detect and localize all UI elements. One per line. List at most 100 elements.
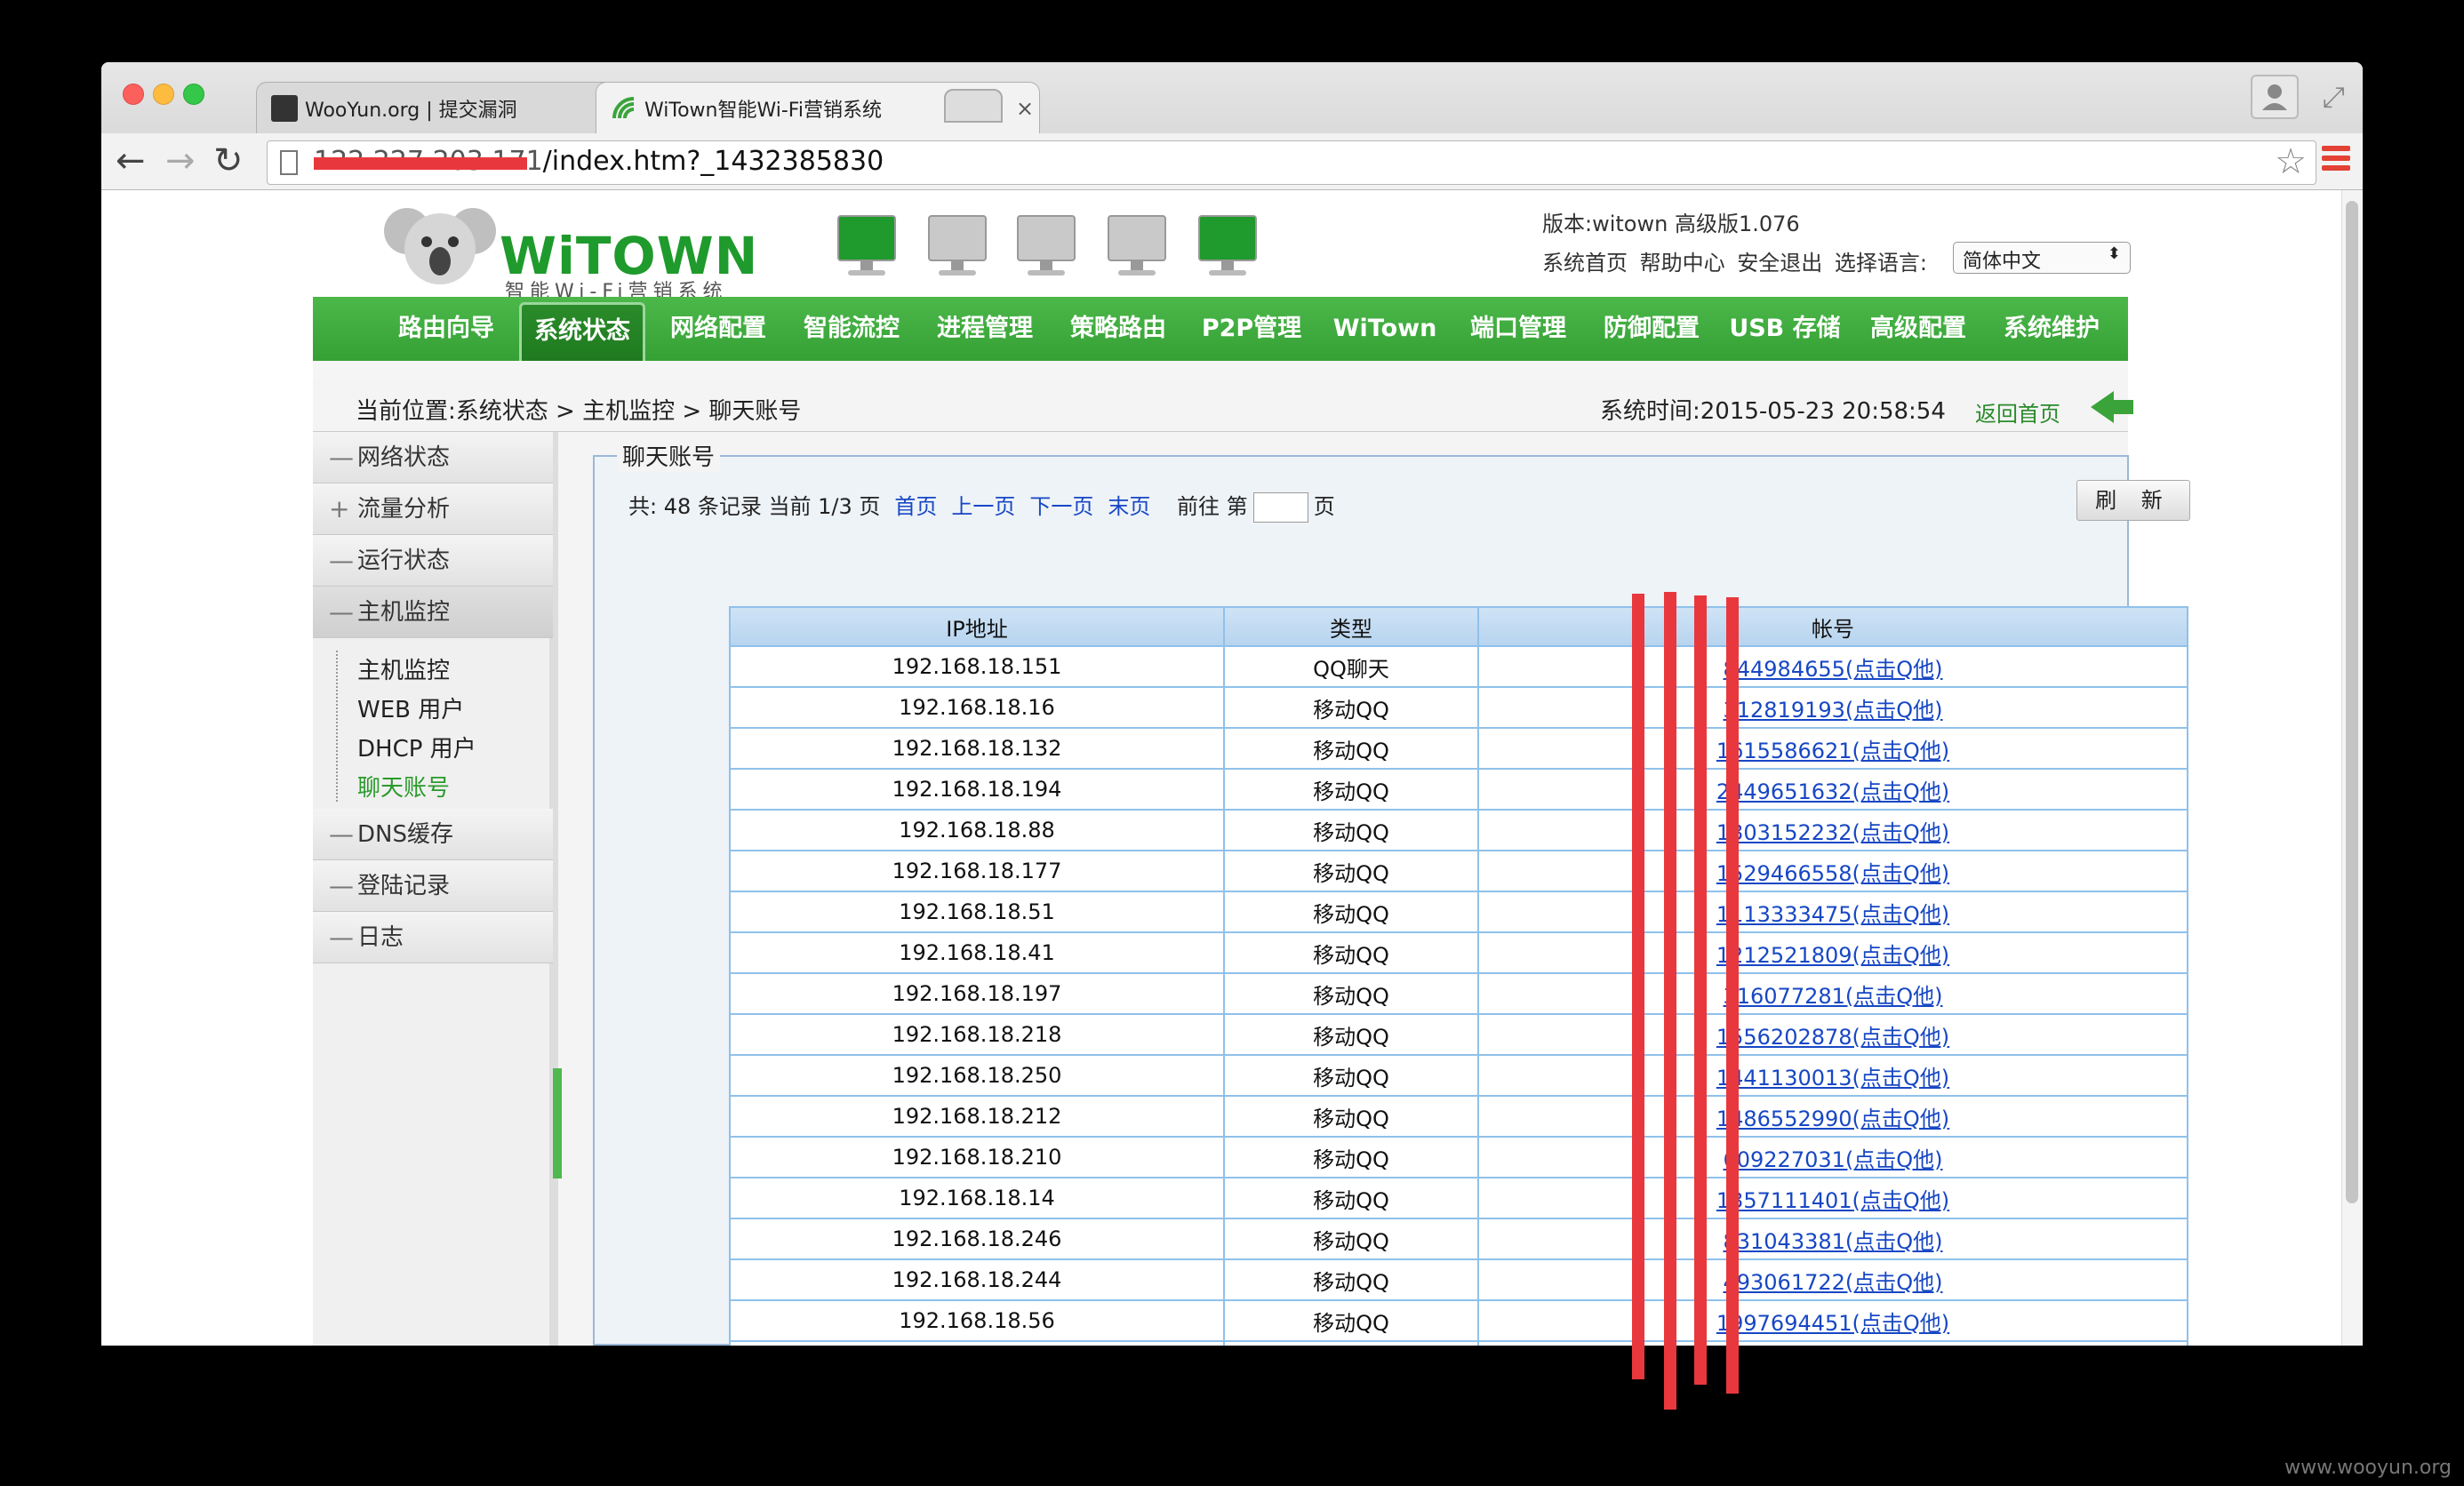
account-cell: 1357111401(点击Q他) <box>1477 1177 2188 1219</box>
ip-cell: 192.168.18.41 <box>729 931 1225 974</box>
monitor-icon <box>1198 215 1257 277</box>
sidebar-group[interactable]: + 流量分析 <box>313 483 553 535</box>
nav-item[interactable]: 防御配置 <box>1595 297 1708 361</box>
sidebar-group[interactable]: — DNS缓存 <box>313 809 553 860</box>
type-cell: 移动QQ <box>1223 1299 1479 1342</box>
account-link[interactable]: 609227031(点击Q他) <box>1723 1147 1942 1172</box>
account-link[interactable]: 312819193(点击Q他) <box>1723 698 1942 723</box>
sidebar-toggle-handle[interactable] <box>553 1068 562 1178</box>
page-scrollbar[interactable] <box>2341 190 2363 1346</box>
minimize-window-button[interactable] <box>153 84 174 105</box>
sidebar-subitem-current[interactable]: 聊天账号 <box>357 770 450 803</box>
account-cell: 316077281(点击Q他) <box>1477 972 2188 1015</box>
nav-item[interactable]: 路由向导 <box>393 297 500 361</box>
profile-button[interactable] <box>2251 75 2299 119</box>
table-row: 192.168.18.210 移动QQ 609227031(点击Q他) <box>729 1136 2188 1178</box>
close-tab-icon[interactable]: × <box>1011 96 1039 121</box>
account-link[interactable]: 316077281(点击Q他) <box>1723 984 1942 1009</box>
sidebar-group-label: 运行状态 <box>357 547 451 574</box>
close-window-button[interactable] <box>123 84 144 105</box>
table-row: 192.168.18.14 移动QQ 1357111401(点击Q他) <box>729 1177 2188 1219</box>
wooyun-favicon-icon <box>271 94 298 122</box>
language-value: 简体中文 <box>1963 251 2042 273</box>
page-content: WiTOWN 智能Wi-Fi营销系统 版本:witown 高级版1.076 系统… <box>101 190 2363 1346</box>
back-button[interactable]: ← <box>116 140 146 181</box>
sidebar-group-label: 流量分析 <box>357 496 451 523</box>
fullscreen-icon[interactable]: ⤢ <box>2322 80 2345 115</box>
sidebar-subitem[interactable]: DHCP 用户 <box>357 731 476 763</box>
type-cell: 移动QQ <box>1223 727 1479 770</box>
nav-item[interactable]: 网络配置 <box>661 297 775 361</box>
type-cell: 移动QQ <box>1223 1258 1479 1301</box>
forward-button[interactable]: → <box>165 140 196 181</box>
header-links[interactable]: 系统首页 帮助中心 安全退出 选择语言: <box>1542 245 1927 276</box>
account-link[interactable]: 831043381(点击Q他) <box>1723 1229 1942 1254</box>
account-link[interactable]: 844984655(点击Q他) <box>1723 657 1942 682</box>
bookmark-star-icon[interactable]: ☆ <box>2275 141 2307 182</box>
return-home-link[interactable]: 返回首页 <box>1975 396 2060 427</box>
sidebar-subitem[interactable]: WEB 用户 <box>357 691 464 724</box>
new-tab-button[interactable] <box>944 89 1003 123</box>
sidebar-group-label: 主机监控 <box>357 599 451 626</box>
menu-icon[interactable] <box>2322 146 2350 175</box>
reload-button[interactable]: ↻ <box>213 140 244 181</box>
account-link[interactable]: 1113333475(点击Q他) <box>1716 902 1949 927</box>
address-bar[interactable]: 122.227.203.171/index.htm?_1432385830 ☆ <box>267 140 2316 185</box>
account-cell: 1615586621(点击Q他) <box>1477 727 2188 770</box>
scrollbar-thumb[interactable] <box>2346 201 2358 1203</box>
account-cell: 844984655(点击Q他) <box>1477 645 2188 688</box>
nav-item[interactable]: 策略路由 <box>1061 297 1175 361</box>
sidebar-group[interactable]: — 网络状态 <box>313 432 553 483</box>
prev-page-link[interactable]: 上一页 <box>951 494 1015 519</box>
next-page-link[interactable]: 下一页 <box>1029 494 1093 519</box>
nav-item[interactable]: 智能流控 <box>795 297 908 361</box>
table-row: 192.168.18.56 移动QQ 1997694451(点击Q他) <box>729 1299 2188 1342</box>
back-arrow-tail <box>2110 400 2133 414</box>
collapse-icon: — <box>329 597 354 627</box>
nav-item[interactable]: USB 存储 <box>1728 297 1842 361</box>
account-link[interactable]: 1529466558(点击Q他) <box>1716 861 1949 886</box>
first-page-link[interactable]: 首页 <box>894 494 937 519</box>
account-link[interactable]: 2449651632(点击Q他) <box>1716 779 1949 804</box>
redaction-mark <box>1694 595 1707 1385</box>
account-link[interactable]: 1615586621(点击Q他) <box>1716 739 1949 763</box>
ip-cell: 192.168.18.14 <box>729 1177 1225 1219</box>
chat-accounts-table: IP地址 类型 帐号 192.168.18.151 QQ聊天 844984655(点… <box>729 606 2188 1346</box>
account-link[interactable]: 1997694451(点击Q他) <box>1716 1311 1949 1336</box>
tree-line <box>336 651 348 802</box>
redaction-mark <box>1632 594 1644 1379</box>
type-cell: 移动QQ <box>1223 1136 1479 1178</box>
monitor-icon <box>1017 215 1076 277</box>
zoom-window-button[interactable] <box>183 84 204 105</box>
nav-item[interactable]: 端口管理 <box>1461 297 1575 361</box>
witown-favicon-icon <box>611 95 637 122</box>
account-link[interactable]: 1212521809(点击Q他) <box>1716 943 1949 968</box>
redaction-mark <box>314 157 527 170</box>
account-link[interactable]: 1486552990(点击Q他) <box>1716 1107 1949 1131</box>
system-time: 系统时间:2015-05-23 20:58:54 <box>1600 398 1946 425</box>
account-link[interactable]: 1441130013(点击Q他) <box>1716 1066 1949 1091</box>
redaction-mark <box>1664 592 1676 1410</box>
sidebar-group[interactable]: — 日志 <box>313 912 553 963</box>
sidebar-group-active[interactable]: — 主机监控 <box>313 587 553 638</box>
nav-item[interactable]: 高级配置 <box>1861 297 1975 361</box>
account-link[interactable]: 493061722(点击Q他) <box>1723 1270 1942 1295</box>
last-page-link[interactable]: 末页 <box>1108 494 1150 519</box>
ip-cell: 192.168.18.210 <box>729 1136 1225 1178</box>
nav-item[interactable]: P2P管理 <box>1195 297 1308 361</box>
account-link[interactable]: 1303152232(点击Q他) <box>1716 820 1949 845</box>
refresh-button[interactable]: 刷 新 <box>2076 480 2190 521</box>
sidebar-subitem[interactable]: 主机监控 <box>357 652 450 685</box>
language-select[interactable]: 简体中文 ⬍ <box>1953 242 2131 274</box>
sidebar-group[interactable]: — 运行状态 <box>313 535 553 587</box>
account-link[interactable]: 1357111401(点击Q他) <box>1716 1188 1949 1213</box>
nav-item[interactable]: 进程管理 <box>928 297 1042 361</box>
account-link[interactable]: 1556202878(点击Q他) <box>1716 1025 1949 1050</box>
goto-page-input[interactable] <box>1252 492 1308 523</box>
nav-item[interactable]: WiTown <box>1328 297 1442 361</box>
nav-item[interactable]: 系统维护 <box>1995 297 2108 361</box>
nav-item-active[interactable]: 系统状态 <box>519 302 645 361</box>
sidebar-group[interactable]: — 登陆记录 <box>313 860 553 912</box>
app-header: WiTOWN 智能Wi-Fi营销系统 版本:witown 高级版1.076 系统… <box>313 190 2131 303</box>
version-text: 版本:witown 高级版1.076 <box>1542 212 1800 236</box>
